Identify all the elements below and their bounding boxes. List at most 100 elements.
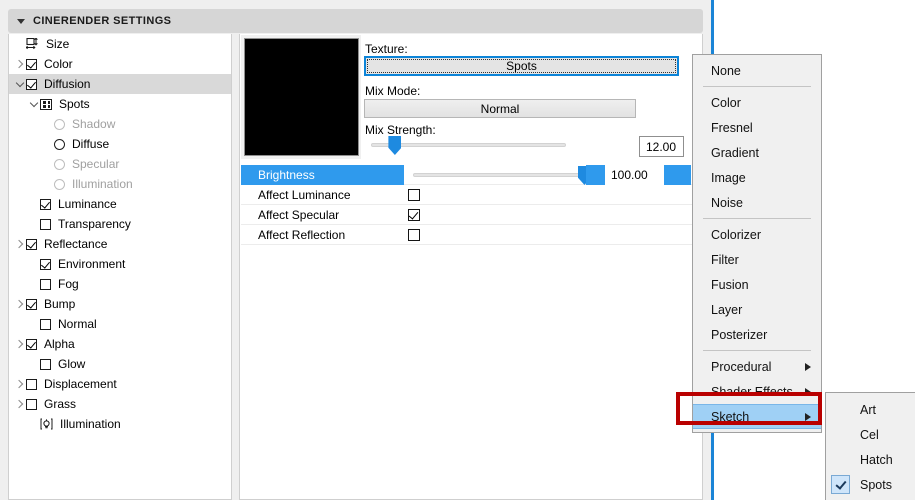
menu-item-noise[interactable]: Noise (693, 190, 821, 215)
chevron-right-icon[interactable] (13, 294, 26, 314)
texture-field-label: Texture: (365, 42, 408, 56)
property-row-brightness[interactable]: Brightness 100.00 (241, 165, 702, 185)
tree-item-label: Bump (44, 297, 76, 311)
tree-item-fog[interactable]: Fog (9, 274, 231, 294)
checkbox-icon[interactable] (26, 398, 37, 410)
menu-item-shader-effects[interactable]: Shader Effects (693, 379, 821, 404)
tree-item-bump[interactable]: Bump (9, 294, 231, 314)
tree-item-reflectance[interactable]: Reflectance (9, 234, 231, 254)
submenu-item-cel[interactable]: Cel (826, 422, 915, 447)
tree-item-size[interactable]: Size (9, 34, 231, 54)
menu-item-posterizer[interactable]: Posterizer (693, 322, 821, 347)
chevron-down-icon[interactable] (27, 94, 40, 114)
tree-item-color[interactable]: Color (9, 54, 231, 74)
menu-item-procedural[interactable]: Procedural (693, 354, 821, 379)
property-row-checkbox[interactable] (408, 229, 420, 241)
tree-item-diffuse[interactable]: Diffuse (9, 134, 231, 154)
checkbox-icon[interactable] (40, 318, 51, 330)
submenu-item-hatch[interactable]: Hatch (826, 447, 915, 472)
property-row-label: Brightness (258, 168, 315, 182)
submenu-item-art[interactable]: Art (826, 397, 915, 422)
menu-item-none[interactable]: None (693, 58, 821, 83)
chevron-right-icon[interactable] (13, 374, 26, 394)
chevron-right-icon[interactable] (13, 54, 26, 74)
chevron-right-icon[interactable] (13, 394, 26, 414)
sketch-submenu[interactable]: Art Cel Hatch Spots (825, 392, 915, 500)
tree-item-alpha[interactable]: Alpha (9, 334, 231, 354)
brightness-value-field[interactable]: 100.00 (605, 165, 670, 185)
illumination-icon (40, 418, 53, 430)
radio-icon[interactable] (54, 138, 65, 150)
tree-item-transparency[interactable]: Transparency (9, 214, 231, 234)
tree-item-specular[interactable]: Specular (9, 154, 231, 174)
tree-item-label: Luminance (58, 197, 117, 211)
menu-separator (703, 86, 811, 87)
menu-item-filter[interactable]: Filter (693, 247, 821, 272)
tree-item-grass[interactable]: Grass (9, 394, 231, 414)
chevron-down-icon[interactable] (13, 74, 26, 94)
submenu-item-spots[interactable]: Spots (826, 472, 915, 497)
cinerender-settings-header[interactable]: CINERENDER SETTINGS (8, 9, 703, 33)
tree-item-shadow[interactable]: Shadow (9, 114, 231, 134)
tree-item-label: Glow (58, 357, 86, 371)
tree-item-spots[interactable]: Spots (9, 94, 231, 114)
checkbox-icon[interactable] (26, 58, 37, 70)
radio-icon[interactable] (54, 118, 65, 130)
mix-strength-slider-handle[interactable] (388, 136, 402, 155)
checkbox-icon[interactable] (40, 358, 51, 370)
checkbox-icon[interactable] (26, 238, 37, 250)
tree-item-environment[interactable]: Environment (9, 254, 231, 274)
tree-item-diffusion[interactable]: Diffusion (9, 74, 231, 94)
checkbox-icon[interactable] (40, 218, 51, 230)
tree-item-label: Size (46, 37, 70, 51)
checkbox-icon[interactable] (40, 198, 51, 210)
property-row-affect-specular[interactable]: Affect Specular (241, 205, 702, 225)
channel-properties-panel: Texture: Spots Mix Mode: Normal Mix Stre… (239, 34, 703, 500)
checkbox-icon[interactable] (40, 278, 51, 290)
menu-item-layer[interactable]: Layer (693, 297, 821, 322)
shader-context-menu[interactable]: None Color Fresnel Gradient Image Noise Colori… (692, 54, 822, 433)
menu-item-fresnel[interactable]: Fresnel (693, 115, 821, 140)
checkbox-icon[interactable] (40, 258, 51, 270)
property-row-checkbox[interactable] (408, 189, 420, 201)
menu-item-fusion[interactable]: Fusion (693, 272, 821, 297)
tree-item-illumination[interactable]: Illumination (9, 174, 231, 194)
mix-strength-value-field[interactable]: 12.00 (639, 136, 684, 157)
mix-mode-select-button[interactable]: Normal (364, 99, 636, 118)
menu-item-sketch[interactable]: Sketch (693, 404, 821, 429)
menu-item-label: Colorizer (711, 227, 762, 242)
checkbox-icon[interactable] (26, 338, 37, 350)
brightness-slider-track[interactable] (413, 173, 585, 177)
submenu-item-label: Spots (860, 477, 892, 492)
texture-preview-thumbnail[interactable] (243, 38, 359, 156)
tree-item-normal[interactable]: Normal (9, 314, 231, 334)
tree-item-label: Illumination (72, 177, 133, 191)
tree-item-displacement[interactable]: Displacement (9, 374, 231, 394)
texture-select-button[interactable]: Spots (364, 56, 679, 76)
chevron-right-icon[interactable] (13, 234, 26, 254)
menu-item-color[interactable]: Color (693, 90, 821, 115)
channel-tree-sidebar[interactable]: Size Color Diffusion Spots Shadow Diffuse Spec… (8, 34, 232, 500)
menu-item-gradient[interactable]: Gradient (693, 140, 821, 165)
property-row-affect-luminance[interactable]: Affect Luminance (241, 185, 702, 205)
radio-icon[interactable] (54, 158, 65, 170)
tree-item-illumination[interactable]: Illumination (9, 414, 231, 434)
tree-item-label: Normal (58, 317, 97, 331)
property-row-affect-reflection[interactable]: Affect Reflection (241, 225, 702, 245)
menu-item-label: Shader Effects (711, 384, 793, 399)
property-row-checkbox[interactable] (408, 209, 420, 221)
chevron-right-icon[interactable] (13, 334, 26, 354)
mix-strength-field-label: Mix Strength: (365, 123, 436, 137)
radio-icon[interactable] (54, 178, 65, 190)
checkbox-icon[interactable] (26, 298, 37, 310)
checkbox-icon[interactable] (26, 78, 37, 90)
tree-item-luminance[interactable]: Luminance (9, 194, 231, 214)
triangle-down-icon[interactable] (17, 18, 25, 24)
checkbox-icon[interactable] (26, 378, 37, 390)
tree-item-glow[interactable]: Glow (9, 354, 231, 374)
menu-item-colorizer[interactable]: Colorizer (693, 222, 821, 247)
menu-item-image[interactable]: Image (693, 165, 821, 190)
tree-item-label: Shadow (72, 117, 116, 131)
